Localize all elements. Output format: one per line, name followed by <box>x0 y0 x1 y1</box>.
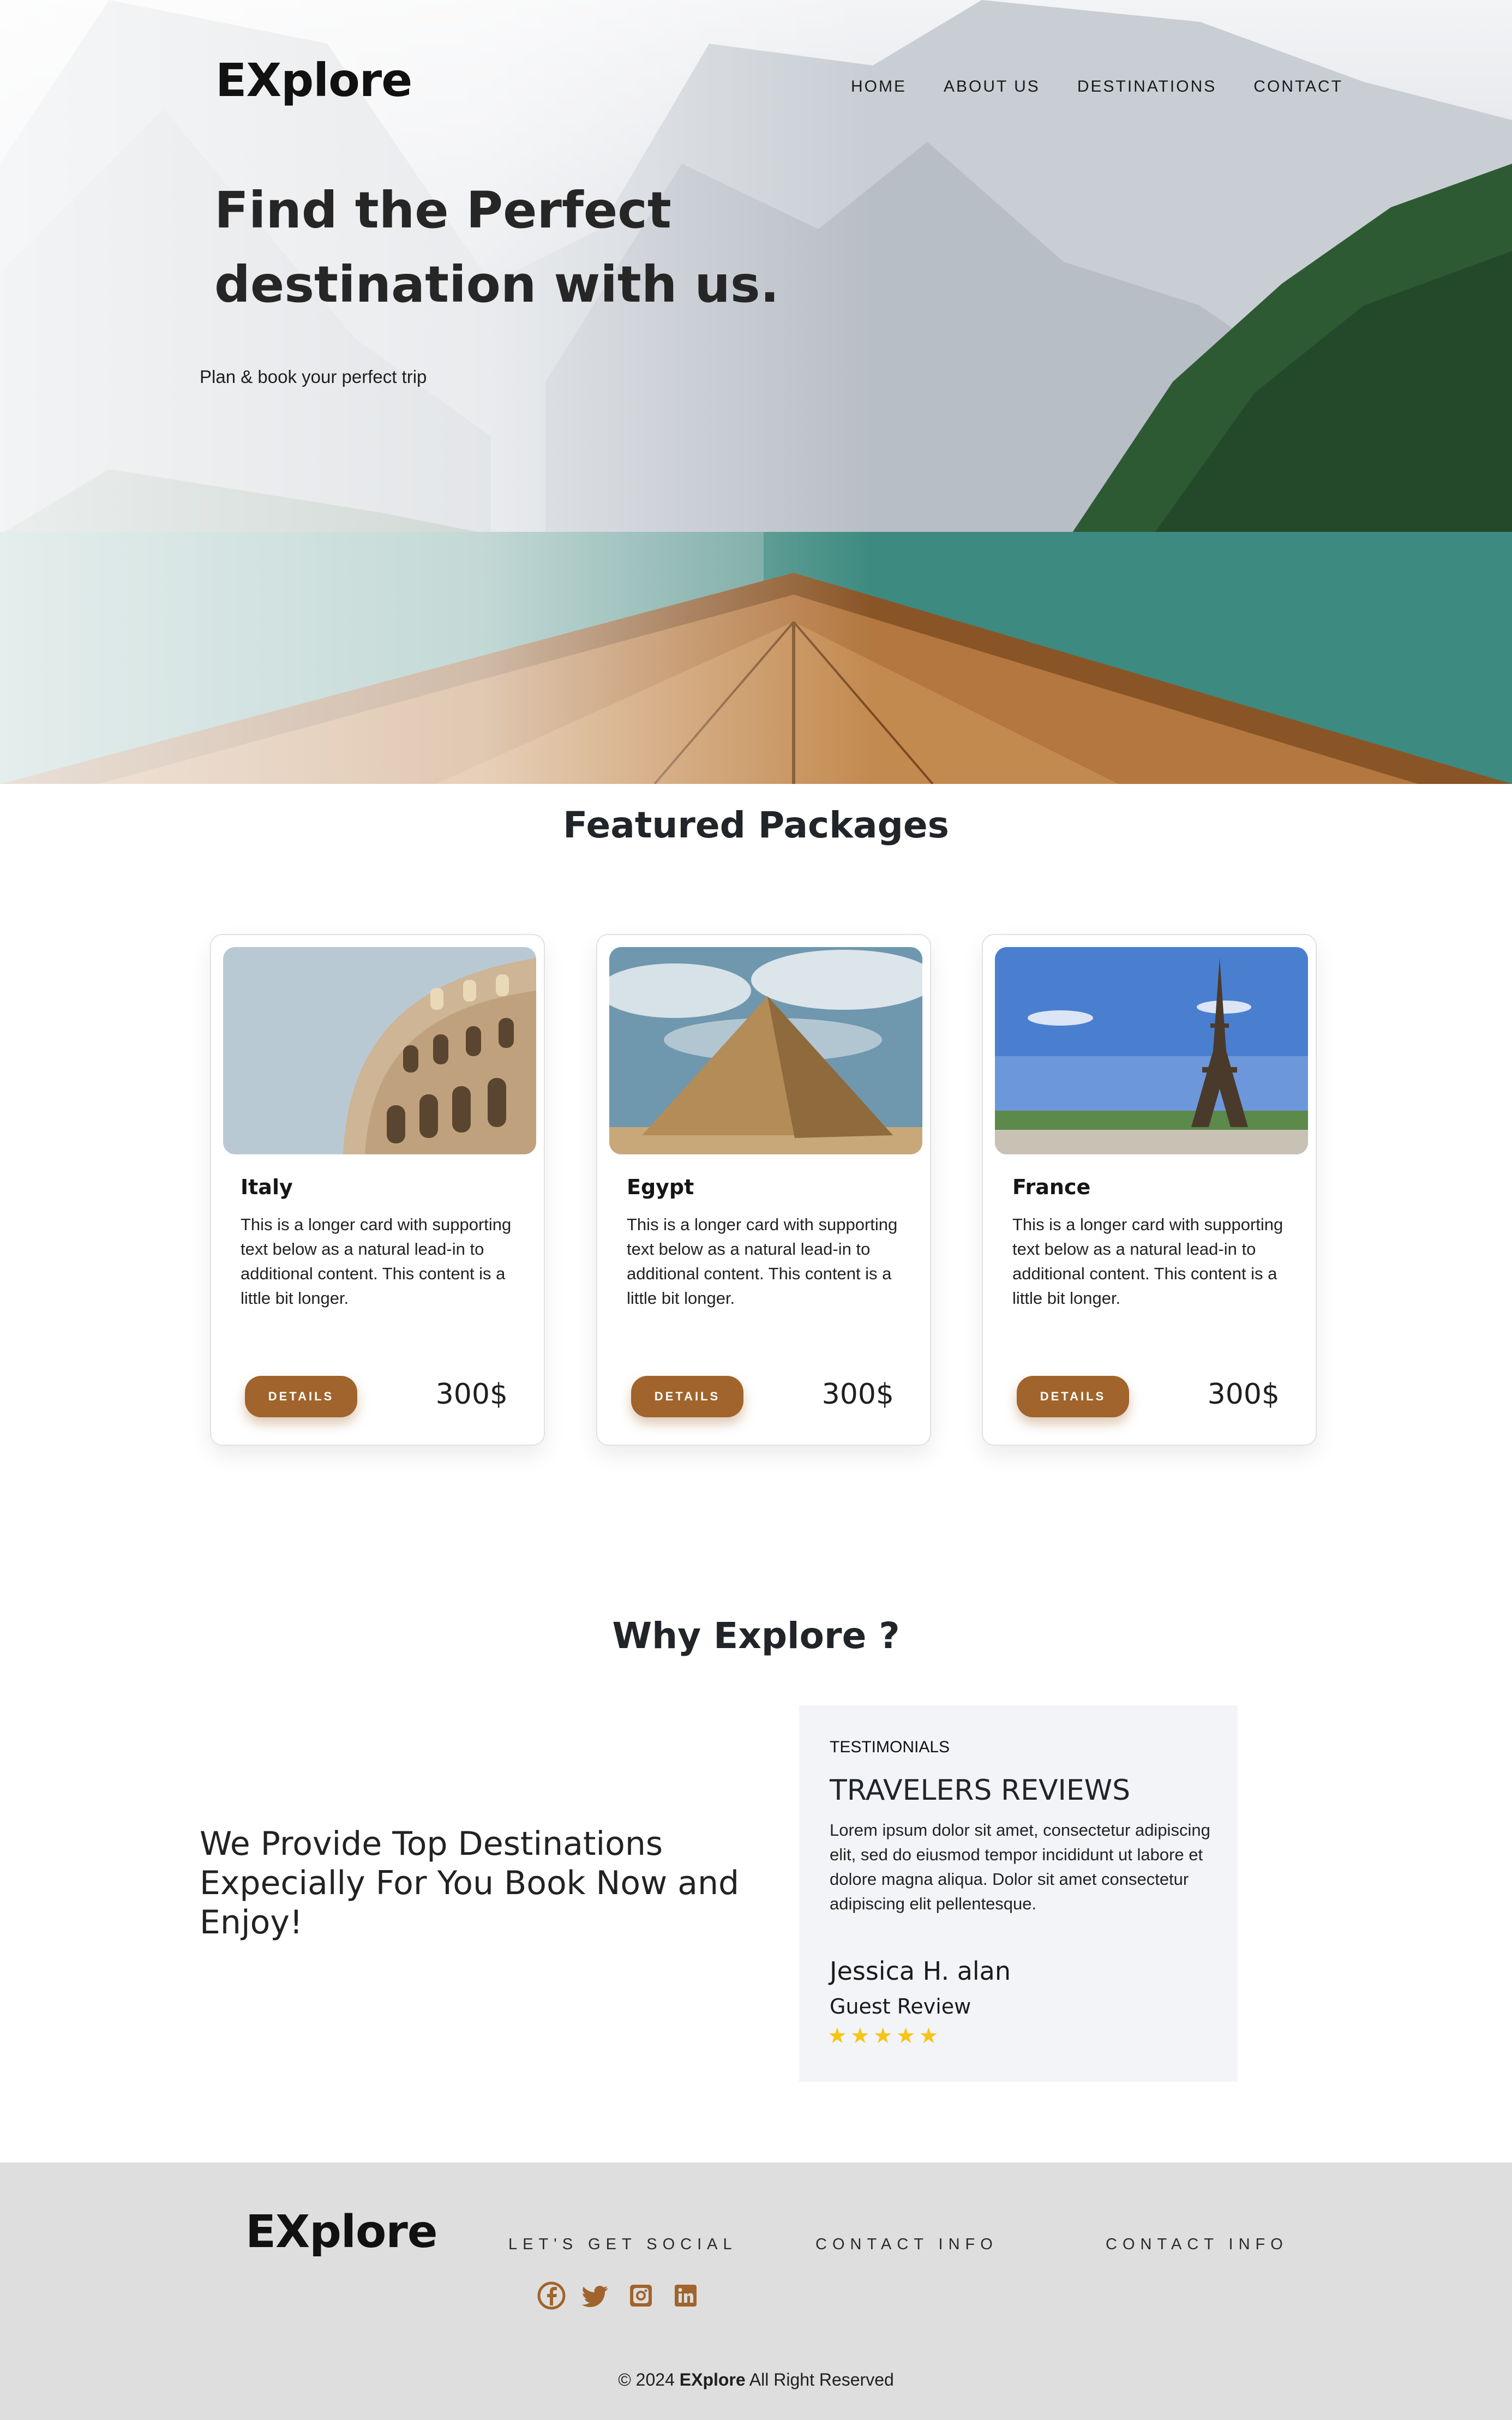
instagram-icon[interactable] <box>627 2281 655 2310</box>
testimonial-title: TRAVELERS REVIEWS <box>830 1774 1131 1807</box>
hero-subtitle: Plan & book your perfect trip <box>200 367 427 387</box>
nav-destinations[interactable]: DESTINATIONS <box>1077 77 1216 96</box>
eiffel-tower-image <box>995 947 1308 1154</box>
star-icon: ★ <box>896 2023 916 2048</box>
card-title: France <box>1012 1175 1091 1199</box>
reviewer-role: Guest Review <box>830 1994 971 2018</box>
package-card-egypt: Egypt This is a longer card with support… <box>596 934 931 1446</box>
social-links <box>537 2281 700 2310</box>
brand-logo[interactable]: EXplore <box>215 53 412 107</box>
pyramid-image <box>609 947 922 1154</box>
star-icon: ★ <box>873 2023 893 2048</box>
hero-section: EXplore HOME ABOUT US DESTINATIONS CONTA… <box>0 0 1512 784</box>
details-button[interactable]: DETAILS <box>631 1376 743 1417</box>
card-title: Egypt <box>627 1175 694 1199</box>
copyright-brand: EXplore <box>679 2370 746 2389</box>
copyright-year: © 2024 <box>618 2370 675 2389</box>
main-nav: HOME ABOUT US DESTINATIONS CONTACT <box>851 77 1343 96</box>
testimonial-tag: TESTIMONIALS <box>830 1738 950 1756</box>
card-text: This is a longer card with supporting te… <box>627 1215 898 1308</box>
copyright: © 2024 EXplore All Right Reserved <box>0 2370 1512 2390</box>
package-card-italy: Italy This is a longer card with support… <box>210 934 545 1446</box>
colosseum-image <box>223 947 536 1154</box>
details-button[interactable]: DETAILS <box>245 1376 357 1417</box>
twitter-icon[interactable] <box>581 2281 610 2310</box>
facebook-icon[interactable] <box>537 2281 566 2310</box>
nav-contact[interactable]: CONTACT <box>1253 77 1343 96</box>
card-price: 300$ <box>435 1378 508 1411</box>
social-heading: LET'S GET SOCIAL <box>508 2236 737 2253</box>
card-text: This is a longer card with supporting te… <box>1012 1215 1283 1308</box>
card-text: This is a longer card with supporting te… <box>241 1215 512 1308</box>
why-title: Why Explore ? <box>612 1615 900 1657</box>
footer: EXplore LET'S GET SOCIAL CONTACT INFO CO… <box>0 2163 1512 2420</box>
star-rating: ★ ★ ★ ★ ★ <box>827 2025 938 2047</box>
package-card-france: France This is a longer card with suppor… <box>982 934 1317 1446</box>
contact-heading: CONTACT INFO <box>1106 2236 1288 2253</box>
star-icon: ★ <box>919 2023 939 2048</box>
star-icon: ★ <box>850 2023 870 2048</box>
why-text: We Provide Top Destinations Expecially F… <box>200 1825 740 1942</box>
card-price: 300$ <box>1207 1378 1280 1411</box>
contact-heading: CONTACT INFO <box>815 2236 998 2253</box>
details-button[interactable]: DETAILS <box>1017 1376 1129 1417</box>
testimonial-body: Lorem ipsum dolor sit amet, consectetur … <box>830 1820 1210 1913</box>
copyright-suffix: All Right Reserved <box>749 2370 894 2389</box>
star-icon: ★ <box>827 2023 847 2048</box>
linkedin-icon[interactable] <box>671 2281 700 2310</box>
reviewer-name: Jessica H. alan <box>830 1956 1011 1986</box>
hero-overlay <box>0 0 873 784</box>
featured-title: Featured Packages <box>563 804 949 846</box>
card-price: 300$ <box>821 1378 894 1411</box>
card-title: Italy <box>241 1175 293 1199</box>
nav-home[interactable]: HOME <box>851 77 907 96</box>
nav-about-us[interactable]: ABOUT US <box>944 77 1040 96</box>
footer-logo[interactable]: EXplore <box>245 2206 437 2258</box>
testimonial-box: TESTIMONIALS TRAVELERS REVIEWS Lorem ips… <box>799 1705 1238 2082</box>
hero-title: Find the Perfect destination with us. <box>214 181 779 314</box>
